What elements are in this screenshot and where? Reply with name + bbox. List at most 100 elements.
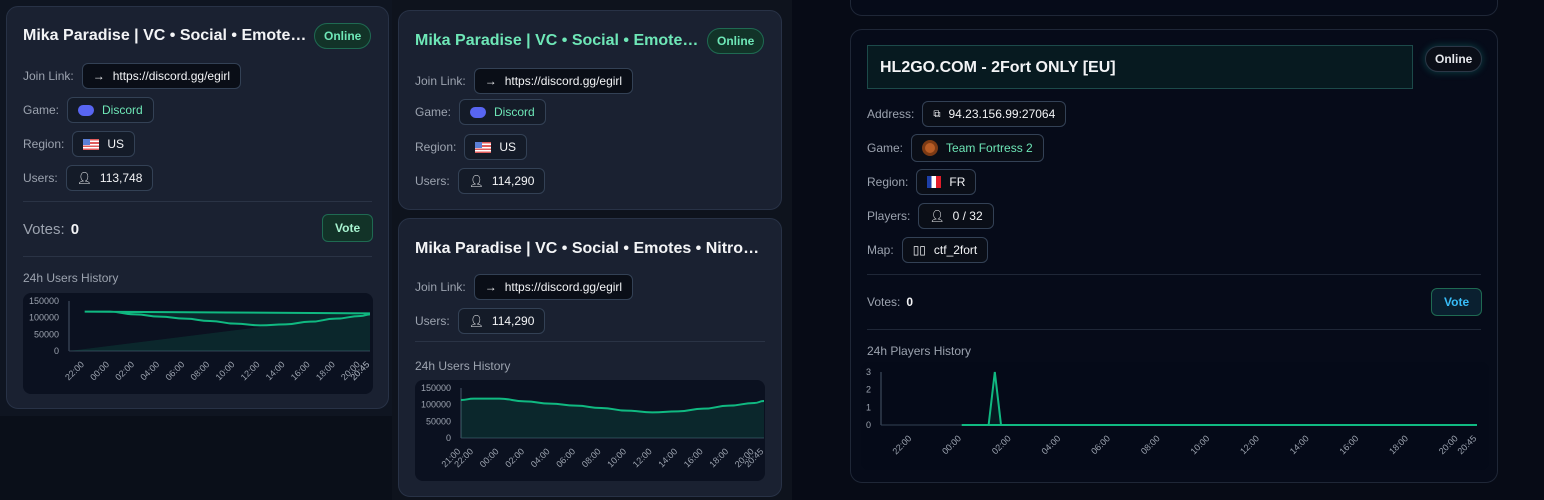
status-badge: Online xyxy=(707,28,765,54)
join-link-text: https://discord.gg/egirl xyxy=(504,280,623,294)
series-area xyxy=(461,398,764,438)
game-label: Game: xyxy=(415,105,452,119)
divider xyxy=(415,341,765,342)
user-icon: 👤︎ xyxy=(929,209,945,223)
region-chip: US xyxy=(72,131,136,157)
arrow-right-icon: → xyxy=(484,280,497,294)
x-tick-label: 16:00 xyxy=(682,446,705,469)
chart-svg: 0 1 2 3 20:45 22:00 00:00 02:00 04:00 06:00 08:00 1… xyxy=(866,367,1478,456)
y-tick-label: 1 xyxy=(866,402,871,412)
y-tick-label: 3 xyxy=(866,367,871,377)
status-badge: Online xyxy=(1425,46,1483,72)
x-tick-label: 14:00 xyxy=(656,446,679,469)
x-tick-label: 00:00 xyxy=(478,446,501,469)
map-icon: ▯▯ xyxy=(912,243,926,257)
y-tick-label: 50000 xyxy=(34,329,59,339)
user-icon: 👤︎ xyxy=(468,174,484,188)
join-link[interactable]: → https://discord.gg/egirl xyxy=(473,274,634,300)
region-label: Region: xyxy=(23,137,65,151)
map-label: Map: xyxy=(867,243,894,257)
votes: Votes: 0 xyxy=(867,295,913,309)
region-value: US xyxy=(499,140,517,154)
players-label: Players: xyxy=(867,209,911,223)
votes-label: Votes: xyxy=(23,221,65,238)
users-value: 113,748 xyxy=(99,171,143,185)
users-value: 114,290 xyxy=(491,174,535,188)
join-link-text: https://discord.gg/egirl xyxy=(504,74,623,88)
y-tick-label: 100000 xyxy=(29,313,59,323)
users-history-chart: 0 50000 100000 150000 20:45 22:00 00:00 02:00 04… xyxy=(23,293,373,394)
address-chip[interactable]: ⧉ 94.23.156.99:27064 xyxy=(922,101,1067,127)
server-title[interactable]: Mika Paradise | VC • Social • Emotes • N… xyxy=(415,32,700,50)
game-chip[interactable]: Discord xyxy=(459,99,546,125)
region-chip: FR xyxy=(916,169,977,195)
x-tick-label: 04:00 xyxy=(138,359,161,382)
y-tick-label: 0 xyxy=(866,420,871,430)
divider xyxy=(23,256,372,257)
x-tick-label: 20:00 xyxy=(1437,433,1460,456)
address-value: 94.23.156.99:27064 xyxy=(948,107,1056,121)
y-tick-label: 100000 xyxy=(421,400,451,410)
y-tick-label: 2 xyxy=(866,385,871,395)
arrow-right-icon: → xyxy=(92,69,105,83)
vote-button[interactable]: Vote xyxy=(1431,288,1483,316)
series-line xyxy=(961,371,1477,426)
x-tick-label: 10:00 xyxy=(1188,433,1211,456)
server-card: HL2GO.COM - 2Fort ONLY [EU] Online Addre… xyxy=(850,29,1498,483)
game-name: Discord xyxy=(102,103,143,117)
chart-svg: 05000010000015000020:4522:00 00:00 02:00 04… xyxy=(29,296,371,382)
region-label: Region: xyxy=(415,140,457,154)
region-value: US xyxy=(107,137,125,151)
y-tick-label: 150000 xyxy=(29,296,59,306)
server-title[interactable]: Mika Paradise | VC • Social • Emotes • N… xyxy=(23,27,308,45)
x-tick-label: 04:00 xyxy=(529,446,552,469)
users-chip: 👤︎ 113,748 xyxy=(65,165,154,191)
join-link-label: Join Link: xyxy=(415,74,466,88)
region-chip: US xyxy=(464,134,528,160)
players-value: 0 / 32 xyxy=(952,209,983,223)
series-area xyxy=(69,311,370,351)
x-tick-label: 16:00 xyxy=(1337,433,1360,456)
users-label: Users: xyxy=(23,171,58,185)
discord-icon xyxy=(470,106,487,118)
join-link-label: Join Link: xyxy=(23,69,74,83)
region-label: Region: xyxy=(867,175,909,189)
join-link[interactable]: → https://discord.gg/egirl xyxy=(473,68,634,94)
copy-icon: ⧉ xyxy=(933,108,941,120)
users-label: Users: xyxy=(415,314,450,328)
x-tick-label: 18:00 xyxy=(314,359,337,382)
fr-flag-icon xyxy=(927,176,942,188)
map-chip: ▯▯ ctf_2fort xyxy=(901,237,989,263)
tf2-icon xyxy=(922,140,939,156)
x-tick-label: 12:00 xyxy=(631,446,654,469)
x-tick-label: 08:00 xyxy=(580,446,603,469)
server-title[interactable]: HL2GO.COM - 2Fort ONLY [EU] xyxy=(867,45,1413,89)
history-title: 24h Users History xyxy=(415,359,511,373)
column-left-footer xyxy=(0,416,392,500)
game-label: Game: xyxy=(23,103,60,117)
vote-button[interactable]: Vote xyxy=(322,214,374,242)
x-tick-label: 02:00 xyxy=(503,446,526,469)
votes-label: Votes: xyxy=(867,295,901,309)
x-tick-label: 14:00 xyxy=(1288,433,1311,456)
join-link[interactable]: → https://discord.gg/egirl xyxy=(81,63,242,89)
game-chip[interactable]: Discord xyxy=(67,97,154,123)
user-icon: 👤︎ xyxy=(468,314,484,328)
votes-count: 0 xyxy=(70,221,80,238)
us-flag-icon xyxy=(475,141,492,153)
x-tick-label: 06:00 xyxy=(554,446,577,469)
series-area xyxy=(881,372,1477,425)
votes-count: 0 xyxy=(906,295,914,309)
map-value: ctf_2fort xyxy=(933,243,978,257)
x-tick-label: 02:00 xyxy=(990,433,1013,456)
divider xyxy=(23,201,372,202)
address-label: Address: xyxy=(867,107,915,121)
x-tick-label: 14:00 xyxy=(264,359,287,382)
x-tick-label: 18:00 xyxy=(1387,433,1410,456)
x-tick-label: 04:00 xyxy=(1039,433,1062,456)
users-chip: 👤︎ 114,290 xyxy=(457,168,546,194)
game-chip[interactable]: Team Fortress 2 xyxy=(911,134,1044,162)
server-card: Mika Paradise | VC • Social • Emotes • N… xyxy=(6,6,389,409)
votes: Votes: 0 xyxy=(23,221,79,238)
server-title[interactable]: Mika Paradise | VC • Social • Emotes • N… xyxy=(415,240,760,258)
